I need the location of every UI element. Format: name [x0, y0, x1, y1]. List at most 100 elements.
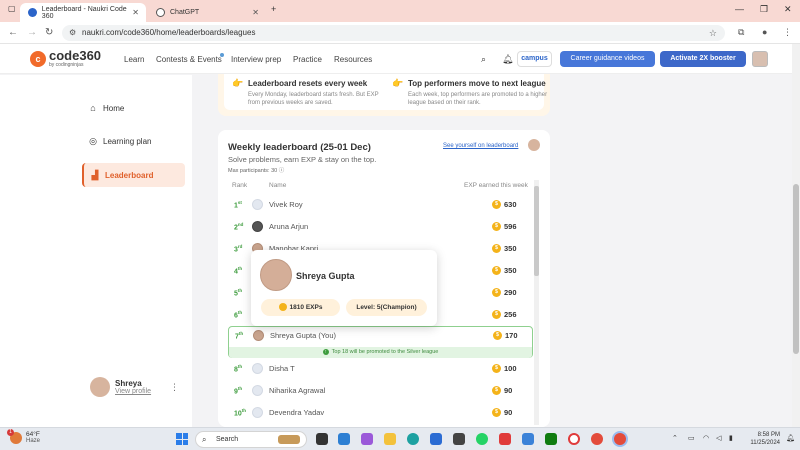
booster-label: Activate 2X booster	[670, 55, 736, 62]
whatsapp-icon[interactable]	[476, 433, 488, 445]
coin-icon: $	[492, 222, 501, 231]
nav-contests-events[interactable]: Contests & Events	[156, 55, 222, 64]
display-icon[interactable]: ▭	[688, 434, 695, 442]
profile-icon[interactable]: ●	[762, 27, 767, 37]
logo-mark-icon: c	[30, 51, 46, 67]
leaderboard-scrollbar[interactable]	[534, 180, 539, 425]
table-row[interactable]: 10th Devendra Yadav $90	[228, 404, 533, 422]
chatgpt-favicon-icon	[156, 8, 165, 17]
career-guidance-label: Career guidance videos	[570, 55, 645, 62]
back-icon[interactable]: ←	[8, 27, 18, 38]
copilot-icon[interactable]	[361, 433, 373, 445]
sidebar-profile[interactable]: Shreya View profile	[90, 377, 151, 397]
exp-cell: 350	[504, 244, 517, 253]
leaderboard-subtitle: Solve problems, earn EXP & stay on the t…	[228, 155, 377, 164]
tray-chevron-icon[interactable]: ⌃	[672, 434, 678, 442]
table-row[interactable]: 2nd Aruna Arjun $596	[228, 218, 533, 236]
table-row: 7th Shreya Gupta (You) $ 170	[229, 327, 534, 345]
edge-icon[interactable]	[407, 433, 419, 445]
profile-name: Shreya	[115, 379, 142, 388]
rank-cell: 2nd	[234, 222, 244, 232]
task-view-icon[interactable]	[316, 433, 328, 445]
tab-leaderboard[interactable]: Leaderboard - Naukri Code 360 ✕	[20, 3, 146, 22]
page-scrollbar-thumb[interactable]	[793, 184, 799, 354]
activate-booster-button[interactable]: Activate 2X booster	[660, 51, 746, 67]
rank-cell: 10th	[234, 408, 247, 418]
window-close-icon[interactable]: ✕	[784, 4, 792, 15]
sidebar-item-learning-plan[interactable]: ◎ Learning plan	[82, 129, 185, 153]
nav-interview-prep[interactable]: Interview prep	[231, 55, 281, 64]
url-input[interactable]: ⚙ naukri.com/code360/home/leaderboards/l…	[62, 25, 725, 41]
notification-bell-icon[interactable]: 🔔︎	[502, 54, 513, 65]
career-guidance-button[interactable]: Career guidance videos	[560, 51, 655, 67]
new-tab-icon[interactable]: +	[271, 4, 276, 14]
tab-title: Leaderboard - Naukri Code 360	[41, 5, 127, 20]
reload-icon[interactable]: ↻	[45, 27, 53, 38]
leaderboard-scrollbar-thumb[interactable]	[534, 186, 539, 276]
vscode-icon[interactable]	[338, 433, 350, 445]
chrome-icon[interactable]	[591, 433, 603, 445]
user-profile-popup: Shreya Gupta 1810 EXPs Level: 5(Champion…	[251, 250, 437, 326]
search-icon[interactable]: ⌕	[481, 54, 486, 65]
weather-widget[interactable]: 1 64°F Haze	[7, 429, 40, 445]
coin-icon: $	[492, 200, 501, 209]
address-bar-row: ← → ↻ ⚙ naukri.com/code360/home/leaderbo…	[0, 22, 800, 44]
wifi-icon[interactable]: ◠	[703, 434, 709, 442]
close-tab-icon[interactable]: ✕	[132, 8, 139, 17]
file-explorer-icon[interactable]	[384, 433, 396, 445]
notifications-icon[interactable]: 🔔︎	[786, 434, 795, 442]
opera-icon[interactable]	[568, 433, 580, 445]
up-arrow-icon: ↑	[322, 348, 329, 355]
windows-taskbar: 1 64°F Haze ⌕ Search ⌃ ▭ ◠ ◁ ▮ 8:58 PM 1…	[0, 427, 800, 450]
nav-resources[interactable]: Resources	[334, 55, 372, 64]
column-header-exp: EXP earned this week	[464, 182, 528, 189]
name-cell: Shreya Gupta (You)	[270, 331, 337, 340]
exp-cell: 100	[504, 364, 517, 373]
menu-dots-icon[interactable]: ⋮	[783, 27, 792, 38]
rank-cell: 8th	[234, 364, 243, 374]
app-icon[interactable]	[453, 433, 465, 445]
code360-logo[interactable]: c code360 by codingninjas	[30, 48, 102, 68]
more-options-icon[interactable]: ⋮	[170, 382, 179, 393]
table-row[interactable]: 1st Vivek Roy $630	[228, 196, 533, 214]
user-avatar[interactable]	[752, 51, 768, 67]
rank-cell: 4th	[234, 266, 243, 276]
windows-start-icon[interactable]	[176, 433, 188, 445]
see-yourself-link[interactable]: See yourself on leaderboard	[443, 143, 518, 149]
close-tab-icon[interactable]: ✕	[252, 8, 259, 17]
coin-icon: $	[492, 266, 501, 275]
youtube-icon[interactable]	[499, 433, 511, 445]
naukri-campus-button[interactable]: campus	[517, 51, 552, 67]
view-profile-link[interactable]: View profile	[115, 388, 151, 395]
extensions-icon[interactable]: ⧉	[738, 27, 744, 38]
sidebar-item-leaderboard[interactable]: ▟ Leaderboard	[82, 163, 185, 187]
minimize-icon[interactable]: —	[735, 4, 744, 14]
taskbar-search[interactable]: ⌕ Search	[195, 431, 307, 448]
volume-icon[interactable]: ◁	[716, 434, 721, 442]
nav-practice[interactable]: Practice	[293, 55, 322, 64]
tab-search-icon[interactable]: ▢	[8, 4, 16, 13]
ms-store-icon[interactable]	[430, 433, 442, 445]
name-cell: Niharika Agrawal	[269, 386, 326, 395]
xbox-icon[interactable]	[545, 433, 557, 445]
table-row[interactable]: 9th Niharika Agrawal $90	[228, 382, 533, 400]
coin-icon: $	[492, 364, 501, 373]
battery-icon[interactable]: ▮	[729, 434, 733, 442]
site-info-icon[interactable]: ⚙	[69, 25, 76, 41]
nav-learn[interactable]: Learn	[124, 55, 144, 64]
chrome-active-icon[interactable]	[614, 433, 626, 445]
taskbar-clock[interactable]: 8:58 PM 11/25/2024	[744, 431, 780, 447]
rank-cell: 7th	[235, 331, 244, 341]
logo-text: code360	[49, 48, 102, 63]
forward-icon[interactable]: →	[27, 27, 37, 38]
current-user-row[interactable]: 7th Shreya Gupta (You) $ 170 ↑ Top 18 wil…	[228, 326, 533, 358]
sidebar-item-home[interactable]: ⌂ Home	[82, 96, 185, 120]
mail-icon[interactable]	[522, 433, 534, 445]
browser-tab-bar: Leaderboard - Naukri Code 360 ✕ ChatGPT …	[0, 0, 800, 22]
maximize-icon[interactable]: ❐	[760, 4, 768, 15]
sidebar-item-label: Leaderboard	[105, 170, 154, 180]
page-scrollbar[interactable]	[792, 44, 800, 427]
tab-chatgpt[interactable]: ChatGPT ✕	[148, 3, 266, 22]
bookmark-star-icon[interactable]: ☆	[709, 25, 717, 41]
table-row[interactable]: 8th Disha T $100	[228, 360, 533, 378]
